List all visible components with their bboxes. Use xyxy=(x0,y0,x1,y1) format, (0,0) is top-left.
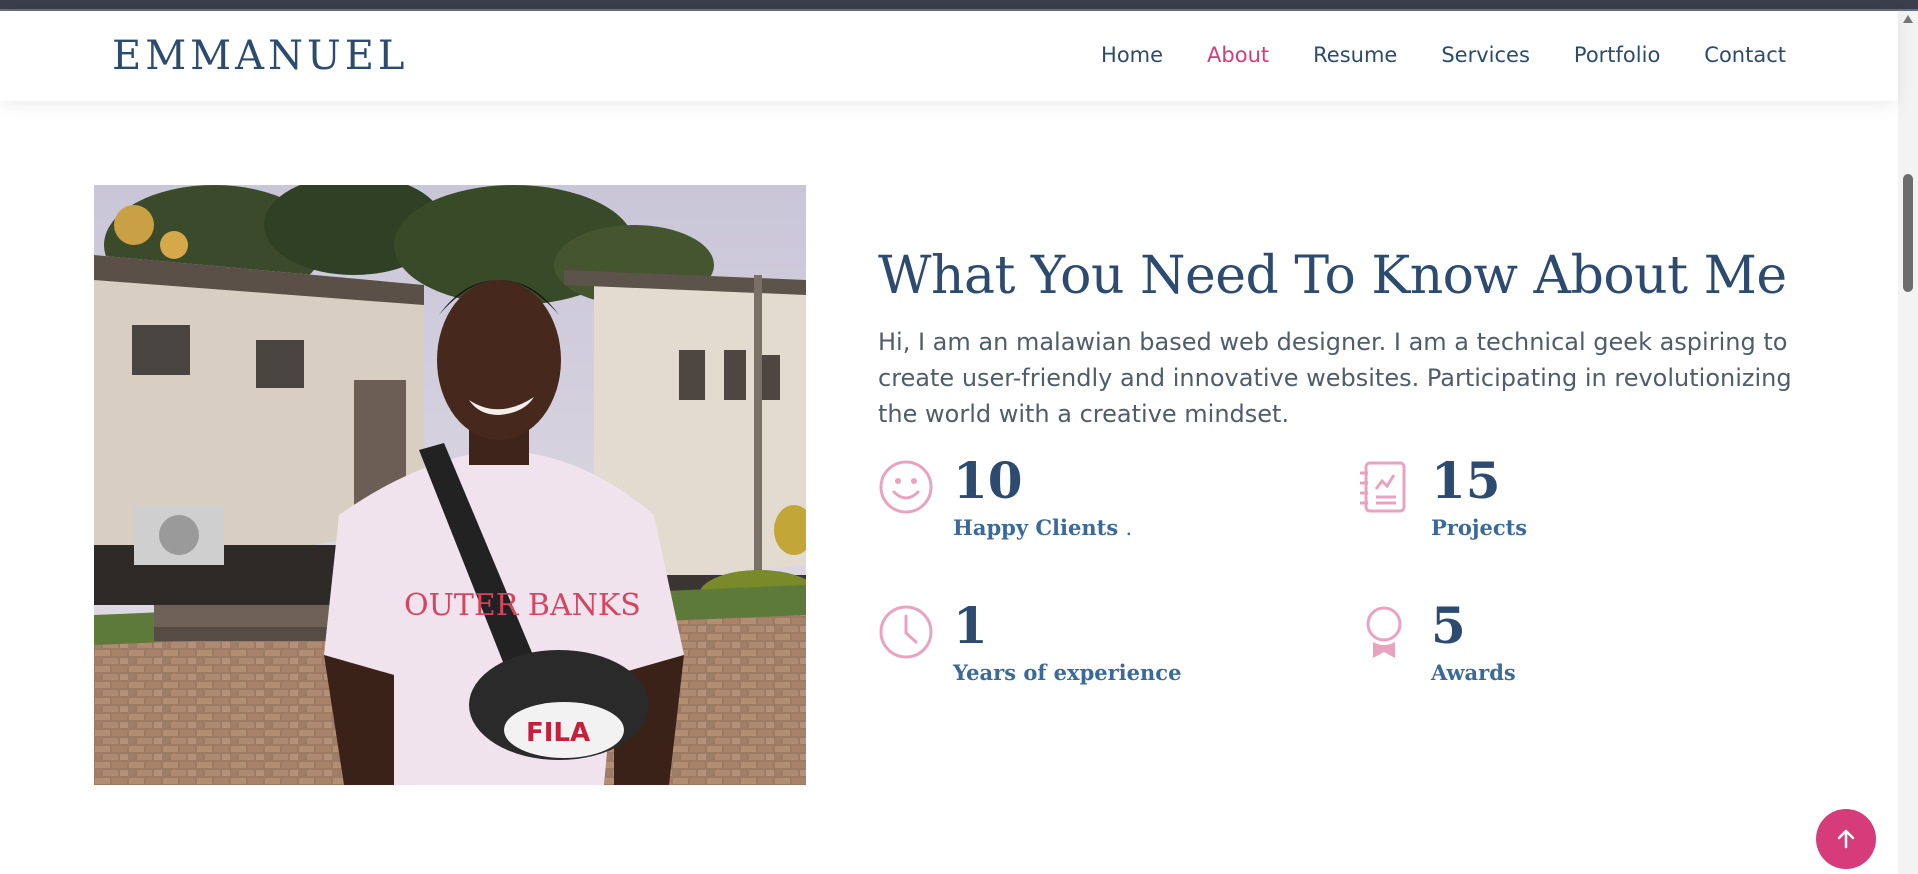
scrollbar-thumb[interactable] xyxy=(1903,174,1913,292)
svg-text:FILA: FILA xyxy=(526,718,590,748)
journal-icon xyxy=(1360,461,1406,513)
browser-top-strip xyxy=(0,0,1918,11)
smiley-icon xyxy=(879,460,933,514)
svg-text:OUTER BANKS: OUTER BANKS xyxy=(404,588,641,623)
page-scrollbar[interactable] xyxy=(1898,11,1918,874)
stat-label: Years of experience xyxy=(953,660,1182,685)
nav-contact[interactable]: Contact xyxy=(1704,43,1786,67)
award-icon xyxy=(1366,606,1402,658)
site-header: EMMANUEL Home About Resume Services Port… xyxy=(0,11,1898,101)
main-nav: Home About Resume Services Portfolio Con… xyxy=(1101,43,1786,67)
clock-icon xyxy=(879,605,933,659)
stat-value: 15 xyxy=(1431,451,1501,510)
nav-portfolio[interactable]: Portfolio xyxy=(1574,43,1660,67)
stat-value: 10 xyxy=(953,451,1023,510)
stat-label: Happy Clients . xyxy=(953,515,1133,540)
nav-about[interactable]: About xyxy=(1207,43,1269,67)
back-to-top-button[interactable] xyxy=(1816,809,1876,869)
stat-value: 1 xyxy=(953,596,988,655)
stat-value: 5 xyxy=(1431,596,1466,655)
nav-resume[interactable]: Resume xyxy=(1313,43,1397,67)
arrow-up-icon xyxy=(1837,829,1855,849)
about-title: What You Need To Know About Me xyxy=(878,246,1787,306)
stat-label: Awards xyxy=(1431,660,1516,685)
nav-services[interactable]: Services xyxy=(1441,43,1530,67)
scroll-up-arrow-icon[interactable] xyxy=(1903,15,1913,23)
nav-home[interactable]: Home xyxy=(1101,43,1163,67)
site-logo[interactable]: EMMANUEL xyxy=(112,33,408,79)
stat-label-suffix: . xyxy=(1125,516,1133,540)
stat-label: Projects xyxy=(1431,515,1528,540)
about-description: Hi, I am an malawian based web designer.… xyxy=(878,328,1792,428)
profile-photo: OUTER BANKS FILA xyxy=(94,185,806,785)
